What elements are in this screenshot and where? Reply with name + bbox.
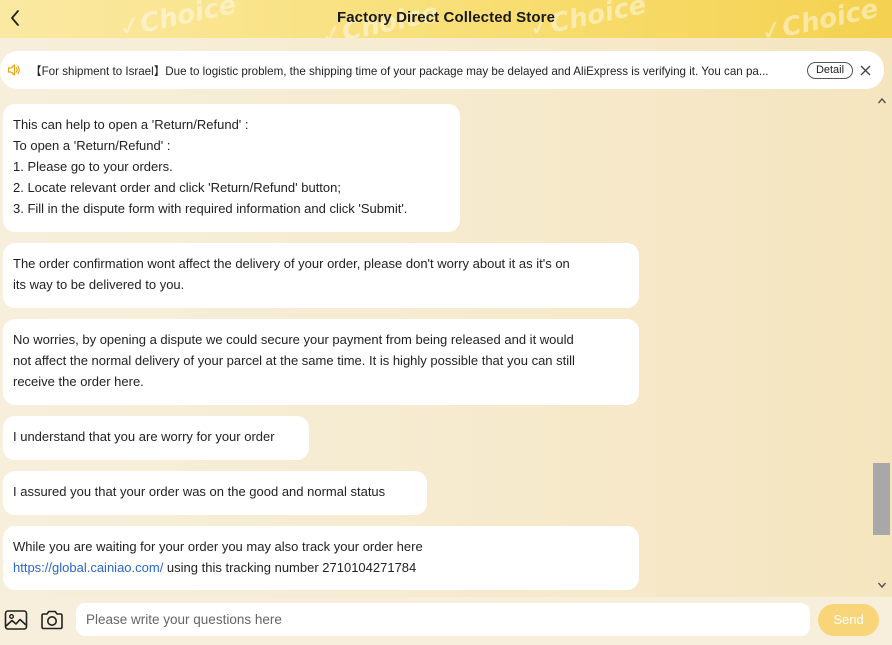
scrollbar-thumb[interactable] <box>873 463 890 535</box>
scroll-down-icon[interactable] <box>877 580 887 590</box>
message-line: To open a 'Return/Refund' : <box>13 138 171 153</box>
message-bubble: I understand that you are worry for your… <box>3 416 309 460</box>
message-input[interactable] <box>76 603 810 636</box>
camera-button[interactable] <box>40 608 64 632</box>
detail-button[interactable]: Detail <box>807 62 853 79</box>
message-line: 2. Locate relevant order and click 'Retu… <box>13 180 341 195</box>
message-line: https://global.cainiao.com/ using this t… <box>13 557 629 578</box>
message-line: its way to be delivered to you. <box>13 277 185 292</box>
store-title: Factory Direct Collected Store <box>336 9 556 26</box>
message-bubble: No worries, by opening a dispute we coul… <box>3 319 639 405</box>
message-input-wrapper <box>76 603 810 636</box>
message-line: 1. Please go to your orders. <box>13 159 173 174</box>
tracking-link[interactable]: https://global.cainiao.com/ <box>13 560 163 575</box>
send-image-button[interactable] <box>4 608 28 632</box>
close-icon[interactable] <box>859 64 872 77</box>
speaker-icon <box>7 64 20 76</box>
composer-bar: Send <box>0 597 892 645</box>
message-line: No worries, by opening a dispute we coul… <box>13 332 574 347</box>
message-line: While you are waiting for your order you… <box>13 539 423 554</box>
message-line: not affect the normal delivery of your p… <box>13 353 575 368</box>
tracking-number-text: using this tracking number 2710104271784 <box>163 560 417 575</box>
message-bubble: While you are waiting for your order you… <box>3 526 639 590</box>
notice-text: 【For shipment to Israel】Due to logistic … <box>30 65 769 78</box>
camera-icon <box>41 610 63 630</box>
message-line: receive the order here. <box>13 374 144 389</box>
message-line: I understand that you are worry for your… <box>13 429 275 444</box>
shipping-notice-banner: 【For shipment to Israel】Due to logistic … <box>0 51 884 89</box>
message-line: I assured you that your order was on the… <box>13 484 386 499</box>
message-line: This can help to open a 'Return/Refund' … <box>13 117 249 132</box>
image-icon <box>4 610 28 630</box>
message-bubble: The order confirmation wont affect the d… <box>3 243 639 308</box>
message-scrollbar[interactable] <box>872 94 892 594</box>
chat-window: ✓Choice ✓Choice ✓Choice ✓Choice Factory … <box>0 0 892 645</box>
message-list: This can help to open a 'Return/Refund' … <box>0 94 870 594</box>
send-button[interactable]: Send <box>818 604 879 636</box>
chat-header: ✓Choice ✓Choice ✓Choice ✓Choice Factory … <box>0 0 892 38</box>
message-line: 3. Fill in the dispute form with require… <box>13 201 408 216</box>
message-bubble: This can help to open a 'Return/Refund' … <box>3 104 460 232</box>
scroll-up-icon[interactable] <box>877 96 887 106</box>
message-bubble: I assured you that your order was on the… <box>3 471 427 515</box>
message-line: The order confirmation wont affect the d… <box>13 256 570 271</box>
